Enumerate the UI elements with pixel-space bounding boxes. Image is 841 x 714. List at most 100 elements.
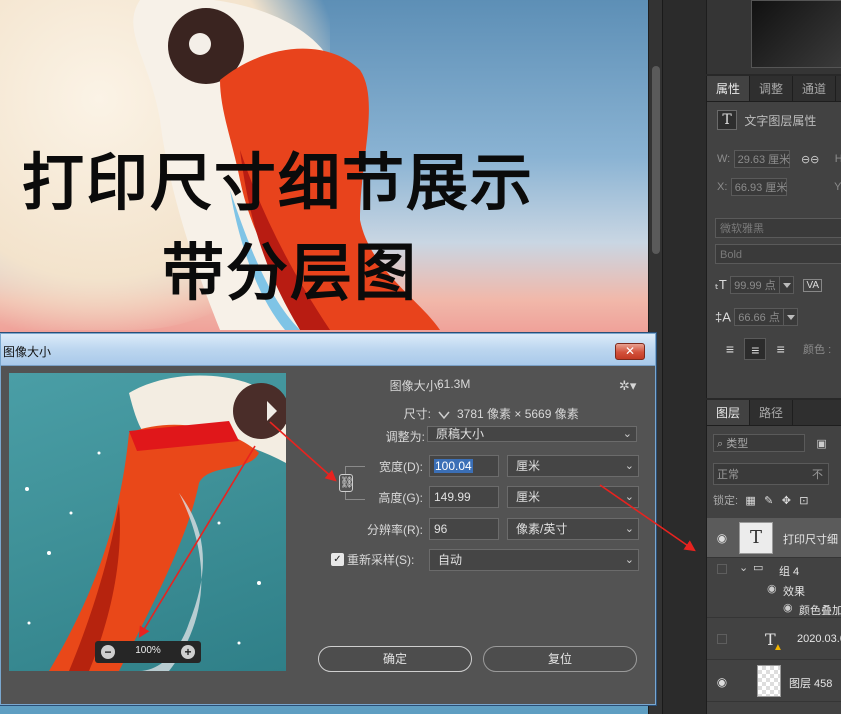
w-field[interactable]: 29.63 厘米 bbox=[733, 150, 790, 168]
gear-icon[interactable]: ✲▾ bbox=[619, 378, 636, 394]
font-family-select[interactable]: 微软雅黑 bbox=[715, 218, 841, 238]
resolution-unit: 像素/英寸 bbox=[516, 522, 568, 536]
kerning-icon[interactable]: VA bbox=[803, 278, 823, 292]
lock-brush-icon[interactable]: ✎ bbox=[764, 495, 773, 507]
leading-dropdown[interactable] bbox=[784, 308, 799, 326]
navigator-preview[interactable] bbox=[751, 0, 841, 68]
font-size-row: ₜT 99.99 点 VA bbox=[715, 276, 841, 294]
layer-filter-select[interactable]: ⌕ 类型 bbox=[713, 434, 805, 452]
artwork-title-line2: 带分层图 bbox=[162, 236, 419, 309]
reset-button[interactable]: 复位 bbox=[483, 646, 637, 672]
font-size-dropdown[interactable] bbox=[780, 276, 795, 294]
text-layer-header: T 文字图层属性 bbox=[717, 110, 841, 130]
layer-name[interactable]: 图层 458 bbox=[789, 675, 832, 691]
h-label: H bbox=[835, 153, 841, 165]
width-input[interactable]: 100.04 bbox=[429, 455, 499, 477]
layer-row-date-text[interactable]: T ▲ 2020.03.0 bbox=[707, 618, 841, 660]
tab-properties[interactable]: 属性 bbox=[707, 76, 751, 101]
image-size-label: 图像大小: bbox=[389, 379, 441, 393]
resample-label: 重新采样(S): bbox=[347, 553, 415, 567]
dialog-body: − 100% + 图像大小: 61.3M ✲▾ 尺寸: 3781 像素 × 56… bbox=[5, 370, 651, 700]
leading-icon: ‡A bbox=[715, 309, 731, 325]
fit-to-select[interactable]: 原稿大小 ⌄ bbox=[427, 426, 637, 442]
tab-channels[interactable]: 通道 bbox=[793, 76, 837, 101]
dimensions-dropdown-icon[interactable] bbox=[437, 408, 451, 422]
alignment-row: ≡ ≡ ≡ 颜色 : bbox=[719, 338, 841, 360]
layer-filter-label: 类型 bbox=[726, 438, 749, 450]
text-layer-props-title: 文字图层属性 bbox=[744, 113, 817, 128]
resolution-input[interactable]: 96 bbox=[429, 518, 499, 540]
layer-name[interactable]: 2020.03.0 bbox=[797, 633, 841, 645]
overlay-eye-icon[interactable]: ◉ bbox=[783, 601, 793, 614]
resolution-value: 96 bbox=[434, 522, 448, 536]
dialog-titlebar[interactable]: 图像大小 ✕ bbox=[1, 334, 655, 366]
link-wh-icon[interactable]: ⊖⊖ bbox=[801, 154, 819, 166]
visibility-eye-icon[interactable]: ◉ bbox=[715, 675, 729, 689]
lock-move-icon[interactable]: ✥ bbox=[782, 495, 791, 507]
layer-row-raster[interactable]: ◉ 图层 458 bbox=[707, 660, 841, 702]
align-right-icon[interactable]: ≡ bbox=[770, 338, 792, 360]
height-unit-select[interactable]: 厘米 ⌄ bbox=[507, 486, 639, 508]
lock-artboard-icon[interactable]: ⊡ bbox=[799, 495, 808, 507]
resolution-label: 分辨率(R): bbox=[367, 523, 423, 537]
image-preview[interactable]: − 100% + bbox=[9, 373, 286, 671]
tab-layers[interactable]: 图层 bbox=[707, 400, 751, 425]
layer-row-text[interactable]: ◉ T 打印尺寸细 bbox=[707, 518, 841, 558]
navigator-panel bbox=[706, 0, 841, 74]
dimensions-label: 尺寸: bbox=[403, 407, 431, 421]
font-size-field[interactable]: 99.99 点 bbox=[730, 276, 781, 294]
layer-row-effects[interactable]: ◉ 效果 bbox=[707, 580, 841, 598]
search-icon: ⌕ bbox=[717, 438, 727, 450]
scrollbar-thumb[interactable] bbox=[652, 66, 660, 254]
blend-mode-row: 正常 不 bbox=[713, 463, 841, 485]
properties-panel: 属性 调整 通道 T 文字图层属性 W: 29.63 厘米 ⊖⊖ H X: 66… bbox=[706, 76, 841, 398]
width-value: 100.04 bbox=[434, 459, 473, 473]
layers-tabbar: 图层 路径 bbox=[707, 400, 841, 426]
filter-image-icon[interactable]: ▣ bbox=[816, 438, 826, 450]
lock-pixels-icon[interactable]: ▦ bbox=[745, 495, 755, 507]
zoom-out-icon[interactable]: − bbox=[101, 645, 115, 659]
tab-adjustments[interactable]: 调整 bbox=[750, 76, 794, 101]
folder-icon: ▭ bbox=[753, 562, 764, 574]
raster-thumb bbox=[757, 665, 781, 697]
layer-name[interactable]: 打印尺寸细 bbox=[783, 531, 838, 547]
ok-button[interactable]: 确定 bbox=[318, 646, 472, 672]
dialog-title: 图像大小 bbox=[3, 345, 52, 359]
fit-to-value: 原稿大小 bbox=[436, 427, 485, 441]
chevron-down-icon: ⌄ bbox=[624, 554, 634, 566]
position-row: X: 66.93 厘米 Y bbox=[717, 178, 841, 196]
effects-eye-icon[interactable]: ◉ bbox=[767, 582, 777, 595]
chevron-down-icon: ⌄ bbox=[624, 460, 634, 472]
close-button[interactable]: ✕ bbox=[615, 343, 645, 360]
w-label: W: bbox=[717, 153, 731, 165]
resolution-unit-select[interactable]: 像素/英寸 ⌄ bbox=[507, 518, 639, 540]
align-center-icon[interactable]: ≡ bbox=[744, 338, 767, 360]
blend-mode-select[interactable]: 正常 不 bbox=[713, 463, 829, 485]
layer-filter-row: ⌕ 类型 ▣ bbox=[713, 434, 841, 452]
layer-row-group[interactable]: ⌄ ▭ 组 4 bbox=[707, 558, 841, 580]
visibility-off-box[interactable] bbox=[717, 564, 727, 574]
leading-field[interactable]: 66.66 点 bbox=[734, 308, 785, 326]
chevron-down-icon[interactable]: ⌄ bbox=[739, 561, 748, 574]
resample-checkbox[interactable]: ✓ bbox=[331, 553, 344, 566]
resample-select[interactable]: 自动 ⌄ bbox=[429, 549, 639, 571]
layer-name[interactable]: 组 4 bbox=[779, 563, 799, 579]
layer-row-color-overlay[interactable]: ◉ 颜色叠加 bbox=[707, 598, 841, 618]
width-unit: 厘米 bbox=[516, 459, 541, 473]
visibility-eye-icon[interactable]: ◉ bbox=[715, 531, 729, 545]
tab-paths[interactable]: 路径 bbox=[750, 400, 794, 425]
visibility-off-box[interactable] bbox=[717, 634, 727, 644]
zoom-in-icon[interactable]: + bbox=[181, 645, 195, 659]
height-input[interactable]: 149.99 bbox=[429, 486, 499, 508]
align-left-icon[interactable]: ≡ bbox=[719, 338, 741, 360]
properties-tabbar: 属性 调整 通道 bbox=[707, 76, 841, 102]
font-style-select[interactable]: Bold bbox=[715, 244, 841, 264]
x-field[interactable]: 66.93 厘米 bbox=[730, 178, 787, 196]
dimensions-value: 3781 像素 × 5669 像素 bbox=[457, 407, 579, 421]
width-unit-select[interactable]: 厘米 ⌄ bbox=[507, 455, 639, 477]
layer-name: 效果 bbox=[783, 586, 805, 598]
font-style-row: Bold bbox=[715, 244, 841, 264]
image-size-value: 61.3M bbox=[437, 377, 471, 391]
blend-mode-label: 正常 bbox=[717, 469, 739, 481]
panel-dock-gutter bbox=[662, 0, 706, 714]
